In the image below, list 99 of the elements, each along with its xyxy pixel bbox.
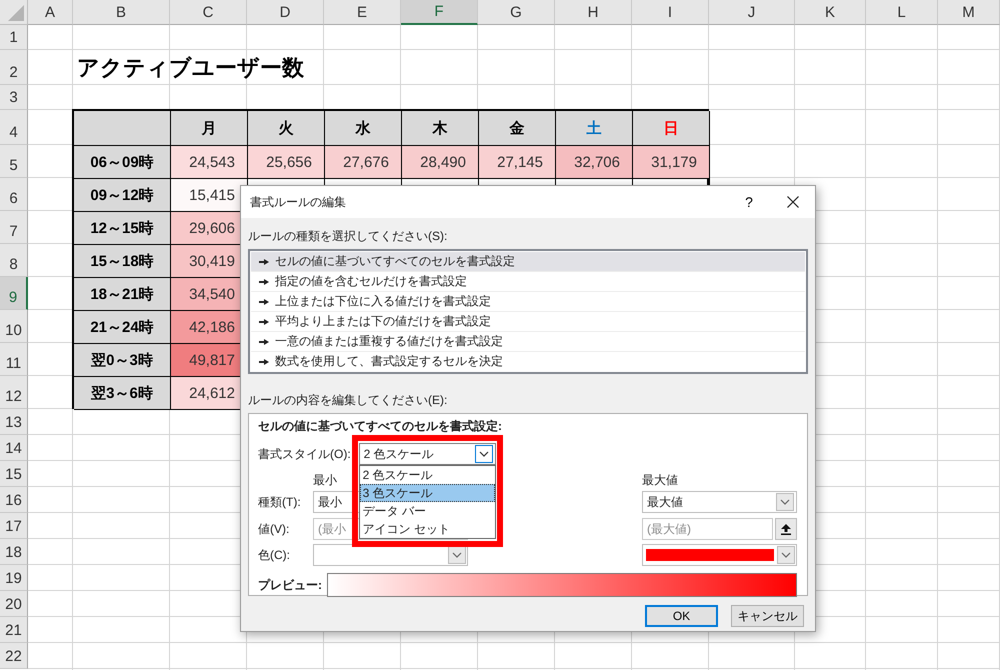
rule-type-label: ルールの種類を選択してください(S): bbox=[248, 228, 448, 245]
column-header[interactable]: H bbox=[555, 0, 632, 25]
day-header-cell: 金 bbox=[479, 111, 556, 146]
column-header[interactable]: I bbox=[632, 0, 709, 25]
table-cell: 31,179 bbox=[633, 146, 710, 179]
dialog-title: 書式ルールの編集 bbox=[250, 194, 347, 210]
table-cell: 27,145 bbox=[479, 146, 556, 179]
day-header-cell: 月 bbox=[171, 111, 248, 146]
chevron-icon bbox=[474, 445, 493, 463]
value-label: 値(V): bbox=[258, 520, 290, 538]
column-header[interactable]: K bbox=[795, 0, 866, 25]
column-header[interactable]: C bbox=[170, 0, 247, 25]
row-header[interactable]: 18 bbox=[0, 539, 28, 565]
time-header-cell: 翌0～3時 bbox=[74, 344, 171, 377]
row-header[interactable]: 15 bbox=[0, 461, 28, 487]
table-cell: 32,706 bbox=[556, 146, 633, 179]
rule-type-item[interactable]: 指定の値を含むセルだけを書式設定 bbox=[251, 272, 805, 292]
maximum-color-select[interactable] bbox=[642, 544, 797, 566]
day-header-cell: 日 bbox=[633, 111, 710, 146]
row-header[interactable]: 20 bbox=[0, 591, 28, 617]
row-header[interactable]: 10 bbox=[0, 310, 28, 343]
row-header[interactable]: 6 bbox=[0, 178, 28, 211]
dialog-button[interactable]: OK bbox=[645, 605, 718, 627]
time-header-cell: 09～12時 bbox=[74, 179, 171, 212]
rule-type-item[interactable]: 数式を使用して、書式設定するセルを決定 bbox=[251, 352, 805, 371]
rule-type-item[interactable]: 平均より上または下の値だけを書式設定 bbox=[251, 312, 805, 332]
rule-type-item[interactable]: セルの値に基づいてすべてのセルを書式設定 bbox=[251, 252, 805, 272]
column-header[interactable]: A bbox=[28, 0, 73, 25]
dropdown-option[interactable]: 3 色スケール bbox=[360, 484, 495, 502]
row-header[interactable]: 1 bbox=[0, 25, 28, 50]
row-header[interactable]: 2 bbox=[0, 50, 28, 85]
pointer-icon bbox=[259, 278, 269, 284]
rule-type-item[interactable]: 上位または下位に入る値だけを書式設定 bbox=[251, 292, 805, 312]
day-header-cell: 水 bbox=[325, 111, 402, 146]
pointer-icon bbox=[259, 318, 269, 324]
row-header[interactable]: 22 bbox=[0, 643, 28, 669]
time-header-cell: 21～24時 bbox=[74, 311, 171, 344]
time-header-cell: 15～18時 bbox=[74, 245, 171, 278]
maximum-heading: 最大値 bbox=[642, 472, 678, 489]
time-header-cell: 12～15時 bbox=[74, 212, 171, 245]
minimum-heading: 最小 bbox=[313, 472, 337, 489]
pointer-icon bbox=[259, 358, 269, 364]
dropdown-option[interactable]: 2 色スケール bbox=[360, 466, 495, 484]
row-header[interactable]: 21 bbox=[0, 617, 28, 643]
maximum-type-select[interactable]: 最大値 bbox=[642, 491, 797, 513]
row-header[interactable]: 5 bbox=[0, 145, 28, 178]
rule-type-item[interactable]: 一意の値または重複する値だけを書式設定 bbox=[251, 332, 805, 352]
dropdown-option[interactable]: データ バー bbox=[360, 502, 495, 520]
day-header-cell: 土 bbox=[556, 111, 633, 146]
day-header-cell: 木 bbox=[402, 111, 479, 146]
row-header[interactable]: 17 bbox=[0, 513, 28, 539]
row-header[interactable]: 12 bbox=[0, 376, 28, 409]
pointer-icon bbox=[259, 258, 269, 264]
dropdown-option[interactable]: アイコン セット bbox=[360, 520, 495, 538]
column-header[interactable]: J bbox=[709, 0, 795, 25]
help-button[interactable]: ? bbox=[727, 187, 771, 217]
format-style-select[interactable]: 2 色スケール bbox=[358, 443, 496, 465]
column-header[interactable]: E bbox=[324, 0, 401, 25]
table-cell: 25,656 bbox=[248, 146, 325, 179]
table-cell: 15,415 bbox=[171, 179, 248, 212]
table-cell: 28,490 bbox=[402, 146, 479, 179]
table-cell: 27,676 bbox=[325, 146, 402, 179]
chevron-icon bbox=[777, 546, 795, 564]
column-header[interactable]: G bbox=[478, 0, 555, 25]
minimum-color-select[interactable] bbox=[313, 544, 468, 566]
column-header[interactable]: F bbox=[401, 0, 478, 25]
table-cell: 24,543 bbox=[171, 146, 248, 179]
row-header[interactable]: 14 bbox=[0, 435, 28, 461]
chevron-icon bbox=[448, 546, 466, 564]
time-header-cell: 翌3～6時 bbox=[74, 377, 171, 410]
row-header[interactable]: 4 bbox=[0, 110, 28, 145]
edit-rule-label: ルールの内容を編集してください(E): bbox=[248, 392, 448, 409]
row-header[interactable]: 19 bbox=[0, 565, 28, 591]
rule-description: セルの値に基づいてすべてのセルを書式設定: bbox=[258, 419, 503, 433]
row-header[interactable]: 13 bbox=[0, 409, 28, 435]
dialog-button[interactable]: キャンセル bbox=[731, 605, 804, 627]
chevron-icon bbox=[776, 493, 794, 511]
preview-label: プレビュー: bbox=[258, 576, 322, 594]
column-header[interactable]: M bbox=[938, 0, 1000, 25]
row-header[interactable]: 9 bbox=[0, 277, 28, 310]
pointer-icon bbox=[259, 298, 269, 304]
sheet-title: アクティブユーザー数 bbox=[76, 54, 304, 82]
row-header[interactable]: 8 bbox=[0, 244, 28, 277]
close-icon bbox=[787, 196, 799, 208]
day-header-cell: 火 bbox=[248, 111, 325, 146]
type-label: 種類(T): bbox=[258, 494, 302, 510]
color-label: 色(C): bbox=[258, 546, 291, 564]
column-header[interactable]: L bbox=[866, 0, 938, 25]
pointer-icon bbox=[259, 338, 269, 344]
row-header[interactable]: 16 bbox=[0, 487, 28, 513]
upload-arrow-icon bbox=[781, 524, 791, 534]
row-header[interactable]: 11 bbox=[0, 343, 28, 376]
row-header[interactable]: 7 bbox=[0, 211, 28, 244]
format-style-label: 書式スタイル(O): bbox=[258, 446, 351, 462]
row-header[interactable]: 3 bbox=[0, 85, 28, 110]
time-header-cell: 18～21時 bbox=[74, 278, 171, 311]
time-header-cell: 06～09時 bbox=[74, 146, 171, 179]
column-header[interactable]: B bbox=[73, 0, 170, 25]
column-header[interactable]: D bbox=[247, 0, 324, 25]
